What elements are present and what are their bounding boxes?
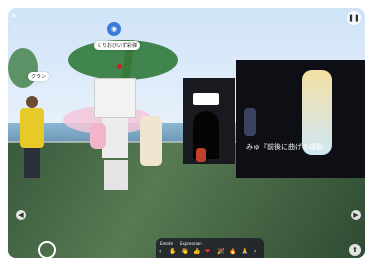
screen-person — [244, 108, 256, 136]
right-arrow-icon[interactable]: ▶ — [351, 210, 361, 220]
bottom-bar: 👤 📷 ⚙ 🏠 🎥 — [156, 238, 264, 258]
palm-tree-left — [8, 48, 38, 88]
avatar-legs — [24, 148, 40, 178]
move-joystick[interactable] — [38, 241, 56, 258]
info-sign — [193, 93, 219, 105]
voice-chat-icon: ◉ — [107, 22, 121, 36]
robot-legs — [104, 160, 128, 190]
menu-icon[interactable]: ≡ — [11, 12, 16, 19]
avatar-body — [20, 108, 44, 148]
virtual-world-view[interactable]: みゅ『前後に曲げる運動 くりおびいず彩弾 ◉ クラン ≡ ⋮ ❚❚ ◀ ▶ ⬆ … — [8, 8, 365, 258]
avatar-head — [26, 96, 38, 108]
pink-bear-avatar[interactable] — [90, 123, 106, 149]
jump-icon[interactable]: ⬆ — [349, 244, 361, 256]
pause-icon[interactable]: ❚❚ — [347, 11, 361, 25]
red-marker-icon — [117, 64, 122, 69]
small-avatar-red[interactable] — [196, 148, 206, 162]
vertical-dots-icon[interactable]: ⋮ — [12, 24, 18, 31]
screen-caption: みゅ『前後に曲げる運動 — [246, 143, 323, 151]
left-arrow-icon[interactable]: ◀ — [16, 210, 26, 220]
yellow-jacket-avatar[interactable] — [18, 96, 46, 184]
avatar-name-tag: くりおびいず彩弾 — [94, 41, 141, 50]
left-sign-label: クラン — [28, 72, 50, 81]
emote-toolbar: Emote Expression ‹ ✋ 👋 👍 ❤ 🎉 🔥 🙏 › 👤 📷 ⚙… — [156, 238, 264, 258]
robot-head — [94, 78, 136, 118]
app-frame: みゅ『前後に曲げる運動 くりおびいず彩弾 ◉ クラン ≡ ⋮ ❚❚ ◀ ▶ ⬆ … — [0, 0, 373, 266]
video-screen[interactable]: みゅ『前後に曲げる運動 — [236, 60, 365, 178]
skeleton-avatar[interactable] — [140, 116, 162, 166]
